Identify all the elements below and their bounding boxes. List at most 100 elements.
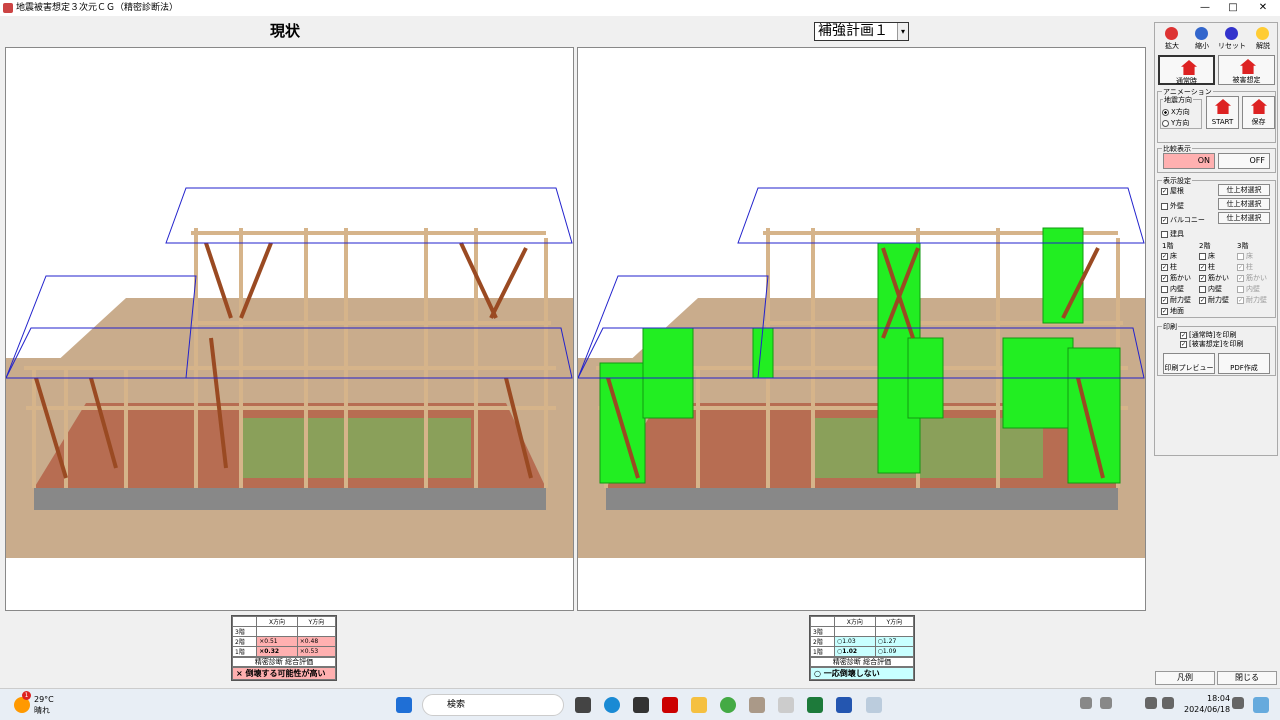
- window-title: 地震被害想定３次元ＣＧ（精密診断法）: [16, 3, 179, 13]
- overall-label: 精密診断 総合評価: [232, 657, 336, 667]
- notification-badge: 1: [22, 691, 31, 700]
- floor3-brace-checkbox[interactable]: ✓ 筋かい: [1237, 273, 1267, 283]
- y-direction-radio[interactable]: Y方向: [1162, 118, 1189, 128]
- notification-bell-icon[interactable]: [1232, 697, 1244, 709]
- pdf-button[interactable]: PDF作成: [1218, 353, 1270, 374]
- weather-text: 晴れ: [34, 706, 50, 715]
- current-evaluation-table: X方向 Y方向 3階 2階 ×0.51 ×0.48 1階 ×0.32 ×0.53 精密診断…: [231, 615, 337, 681]
- fixture-checkbox[interactable]: 建具: [1161, 229, 1184, 239]
- earthquake-app-icon[interactable]: [866, 697, 882, 713]
- chrome-icon[interactable]: [720, 697, 736, 713]
- floor2-column-checkbox[interactable]: ✓ 柱: [1199, 262, 1215, 272]
- app-icon-1[interactable]: [749, 697, 765, 713]
- damage-mode-button[interactable]: 被害想定: [1218, 55, 1275, 85]
- reset-button[interactable]: リセット: [1218, 24, 1246, 52]
- plan-3d-view[interactable]: [577, 47, 1146, 611]
- current-3d-view[interactable]: [5, 47, 574, 611]
- floor1-header: 1階: [1162, 242, 1174, 250]
- windows-start-icon[interactable]: [396, 697, 412, 713]
- floor-label: 1階: [231, 646, 258, 657]
- minimize-button[interactable]: —: [1190, 0, 1220, 16]
- floor2-inner-wall-checkbox[interactable]: 内壁: [1199, 284, 1222, 294]
- floor2-floor-checkbox[interactable]: 床: [1199, 251, 1215, 261]
- yahoo-icon[interactable]: [662, 697, 678, 713]
- floor3-header: 3階: [1237, 242, 1249, 250]
- print-preview-button[interactable]: 印刷プレビュー: [1163, 353, 1215, 374]
- print-label: 印刷: [1162, 322, 1178, 332]
- zoom-in-label: 拡大: [1165, 42, 1179, 50]
- chevron-down-icon[interactable]: ▾: [897, 23, 908, 40]
- plan-house-render: [578, 187, 1145, 558]
- roof-checkbox[interactable]: ✓ 屋根: [1161, 186, 1184, 196]
- close-button[interactable]: 閉じる: [1217, 671, 1277, 685]
- explorer-icon[interactable]: [691, 697, 707, 713]
- normal-mode-button[interactable]: 通常時: [1158, 55, 1215, 85]
- start-button[interactable]: START: [1206, 96, 1239, 129]
- floor3-column-checkbox[interactable]: ✓ 柱: [1237, 262, 1253, 272]
- damaged-house-icon: [1240, 59, 1256, 74]
- tray-icon-2[interactable]: [1100, 697, 1112, 709]
- plan-select[interactable]: 補強計画１ ▾: [814, 22, 909, 41]
- outer-wall-checkbox[interactable]: 外壁: [1161, 201, 1184, 211]
- help-button[interactable]: 解説: [1249, 24, 1277, 52]
- excel-icon[interactable]: [807, 697, 823, 713]
- tray-icon-1[interactable]: [1080, 697, 1092, 709]
- floor2-bearing-wall-checkbox[interactable]: ✓ 耐力壁: [1199, 295, 1229, 305]
- legend-button[interactable]: 凡例: [1155, 671, 1215, 685]
- overall-result: × 倒壊する可能性が高い: [232, 667, 336, 680]
- compare-off-button[interactable]: OFF: [1218, 153, 1270, 169]
- floor1-inner-wall-checkbox[interactable]: 内壁: [1161, 284, 1184, 294]
- floor2-header: 2階: [1199, 242, 1211, 250]
- balcony-finish-button[interactable]: 仕上材選択: [1218, 212, 1270, 224]
- save-button[interactable]: 保存: [1242, 96, 1275, 129]
- floor1-column-checkbox[interactable]: ✓ 柱: [1161, 262, 1177, 272]
- copilot-icon[interactable]: [1253, 697, 1269, 713]
- display-label: 表示設定: [1162, 176, 1192, 186]
- print-damage-checkbox[interactable]: ✓ [被害想定]を印刷: [1180, 339, 1243, 349]
- zoom-out-label: 縮小: [1195, 42, 1209, 50]
- wifi-icon[interactable]: [1145, 697, 1157, 709]
- score-y: [874, 626, 915, 637]
- app-icon: [3, 3, 13, 13]
- x-direction-radio[interactable]: X方向: [1162, 107, 1190, 117]
- zoom-in-button[interactable]: 拡大: [1158, 24, 1186, 52]
- damage-label: 被害想定: [1232, 76, 1261, 84]
- edge-icon[interactable]: [604, 697, 620, 713]
- close-window-button[interactable]: ✕: [1248, 0, 1278, 16]
- maximize-button[interactable]: □: [1218, 0, 1248, 16]
- floor3-inner-wall-checkbox[interactable]: 内壁: [1237, 284, 1260, 294]
- col-y-header: Y方向: [296, 616, 337, 627]
- ground-checkbox[interactable]: ✓ 地面: [1161, 306, 1184, 316]
- word-icon[interactable]: [836, 697, 852, 713]
- save-house-icon: [1251, 99, 1267, 114]
- floor-label: 3階: [231, 626, 258, 637]
- score-y: [296, 626, 337, 637]
- clock-date: 2024/06/18: [1184, 705, 1231, 714]
- app-icon-2[interactable]: [778, 697, 794, 713]
- tray-arrow-icon[interactable]: [1060, 697, 1070, 713]
- store-icon[interactable]: [633, 697, 649, 713]
- balcony-checkbox[interactable]: ✓ バルコニー: [1161, 215, 1205, 225]
- taskbar-search[interactable]: 検索: [422, 694, 564, 716]
- roof-finish-button[interactable]: 仕上材選択: [1218, 184, 1270, 196]
- overall-label: 精密診断 総合評価: [810, 657, 914, 667]
- zoom-out-button[interactable]: 縮小: [1188, 24, 1216, 52]
- normal-label: 通常時: [1176, 77, 1197, 85]
- floor2-brace-checkbox[interactable]: ✓ 筋かい: [1199, 273, 1229, 283]
- floor3-floor-checkbox[interactable]: 床: [1237, 251, 1253, 261]
- score-x: ○1.02: [834, 646, 876, 657]
- floor1-brace-checkbox[interactable]: ✓ 筋かい: [1161, 273, 1191, 283]
- reset-label: リセット: [1218, 42, 1246, 50]
- score-x: [834, 626, 876, 637]
- floor1-floor-checkbox[interactable]: ✓ 床: [1161, 251, 1177, 261]
- floor1-bearing-wall-checkbox[interactable]: ✓ 耐力壁: [1161, 295, 1191, 305]
- volume-icon[interactable]: [1162, 697, 1174, 709]
- floor3-bearing-wall-checkbox[interactable]: ✓ 耐力壁: [1237, 295, 1267, 305]
- help-icon: [1256, 27, 1269, 40]
- score-x: ×0.32: [256, 646, 298, 657]
- direction-label: 地震方向: [1163, 95, 1193, 105]
- score-x: [256, 626, 298, 637]
- compare-on-button[interactable]: ON: [1163, 153, 1215, 169]
- outer-wall-finish-button[interactable]: 仕上材選択: [1218, 198, 1270, 210]
- task-view-icon[interactable]: [575, 697, 591, 713]
